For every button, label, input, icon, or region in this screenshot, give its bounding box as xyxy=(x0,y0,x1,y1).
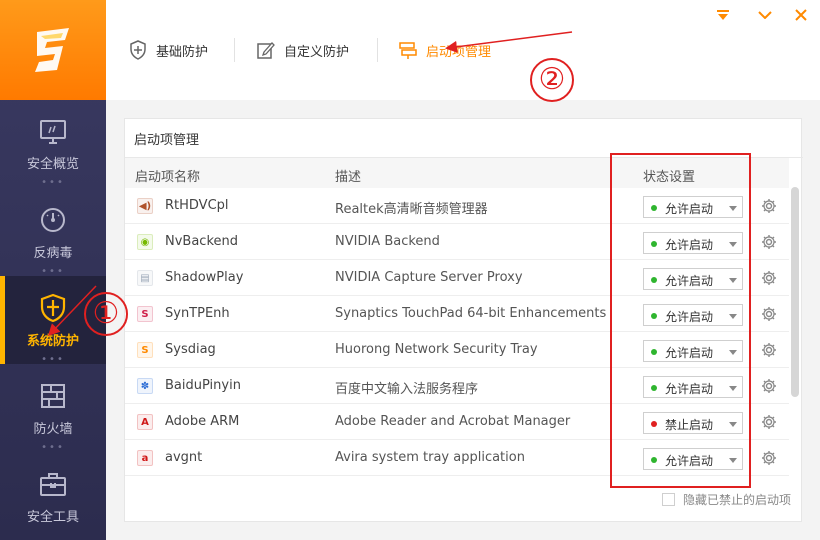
gear-icon[interactable] xyxy=(759,232,779,252)
firewall-icon xyxy=(39,382,67,410)
huorong-logo-icon xyxy=(35,28,69,72)
sidebar-item-antivirus[interactable]: 反病毒 ••• xyxy=(0,188,106,277)
avira-icon: a xyxy=(137,450,153,466)
sidebar-item-firewall[interactable]: 防火墙 ••• xyxy=(0,364,106,453)
hide-disabled-label: 隐藏已禁止的启动项 xyxy=(682,493,791,507)
huorong-icon: S xyxy=(137,342,153,358)
tab-basic-protection[interactable]: 基础防护 xyxy=(128,36,208,64)
monitor-icon xyxy=(39,118,67,145)
hide-disabled-checkbox[interactable] xyxy=(661,493,675,506)
startup-name: ShadowPlay xyxy=(165,270,244,285)
startup-desc: NVIDIA Backend xyxy=(335,234,440,249)
startup-name: NvBackend xyxy=(165,234,239,249)
baidu-icon: ✽ xyxy=(137,378,153,394)
startup-desc: NVIDIA Capture Server Proxy xyxy=(335,270,523,285)
sidebar-item-overview[interactable]: 安全概览 ••• xyxy=(0,100,106,188)
startup-name: BaiduPinyin xyxy=(165,378,241,393)
startup-desc: Realtek高清晰音频管理器 xyxy=(335,202,488,217)
nvidia-icon: ◉ xyxy=(137,234,153,250)
sidebar-item-label: 反病毒 xyxy=(33,246,73,261)
annotation-number-1: ① xyxy=(84,292,128,336)
startup-desc: Synaptics TouchPad 64-bit Enhancements xyxy=(335,306,607,321)
startup-desc: Avira system tray application xyxy=(335,450,525,465)
startup-name: Adobe ARM xyxy=(165,414,240,429)
startup-name: SynTPEnh xyxy=(165,306,230,321)
column-header-name: 启动项名称 xyxy=(135,170,201,185)
startup-name: avgnt xyxy=(165,450,203,465)
gear-icon[interactable] xyxy=(759,376,779,396)
sidebar-item-label: 安全工具 xyxy=(26,510,79,525)
gear-icon[interactable] xyxy=(759,412,779,432)
startup-desc: 百度中文输入法服务程序 xyxy=(335,382,479,397)
startup-desc: Huorong Network Security Tray xyxy=(335,342,538,357)
top-bar: 基础防护 自定义防护 启动项管理 xyxy=(106,0,820,100)
separator-dots: ••• xyxy=(41,177,65,188)
sidebar-item-label: 安全概览 xyxy=(26,157,79,172)
startup-name: Sysdiag xyxy=(165,342,216,357)
sidebar-item-label: 系统防护 xyxy=(26,334,79,349)
tab-label: 启动项管理 xyxy=(426,44,492,60)
annotation-number-2: ② xyxy=(530,58,574,102)
signpost-icon xyxy=(398,40,418,60)
annotation-highlight-box xyxy=(610,153,751,488)
gear-icon[interactable] xyxy=(759,340,779,360)
close-icon[interactable] xyxy=(792,6,810,24)
edit-icon xyxy=(256,40,276,60)
tab-label: 基础防护 xyxy=(156,44,209,60)
gauge-icon xyxy=(39,206,67,234)
file-icon: ▤ xyxy=(137,270,153,286)
tab-divider xyxy=(377,38,378,62)
scrollbar[interactable] xyxy=(791,187,799,397)
gear-icon[interactable] xyxy=(759,448,779,468)
synaptics-icon: S xyxy=(137,306,153,322)
tab-divider xyxy=(234,38,235,62)
adobe-icon: A xyxy=(137,414,153,430)
speaker-icon: ◀) xyxy=(137,198,153,214)
sidebar: 安全概览 ••• 反病毒 ••• 系统防护 ••• 防火墙 ••• 安全工具 xyxy=(0,0,106,540)
app-logo xyxy=(0,0,106,100)
sidebar-item-label: 防火墙 xyxy=(33,422,73,437)
gear-icon[interactable] xyxy=(759,268,779,288)
column-header-desc: 描述 xyxy=(335,170,362,185)
dropdown-arrow-icon[interactable] xyxy=(714,6,732,24)
tab-label: 自定义防护 xyxy=(284,44,350,60)
gear-icon[interactable] xyxy=(759,196,779,216)
dropdown-arrow-icon[interactable] xyxy=(756,6,774,24)
tab-custom-protection[interactable]: 自定义防护 xyxy=(256,36,349,64)
panel-title: 启动项管理 xyxy=(134,133,200,148)
shield-plus-icon xyxy=(128,40,148,60)
shield-icon xyxy=(39,293,67,323)
startup-desc: Adobe Reader and Acrobat Manager xyxy=(335,414,571,429)
gear-icon[interactable] xyxy=(759,304,779,324)
hide-disabled-option[interactable]: 隐藏已禁止的启动项 xyxy=(661,491,791,508)
startup-name: RtHDVCpl xyxy=(165,198,229,213)
toolbox-icon xyxy=(39,470,67,498)
sidebar-item-tools[interactable]: 安全工具 xyxy=(0,452,106,540)
tab-startup-management[interactable]: 启动项管理 xyxy=(398,36,491,64)
